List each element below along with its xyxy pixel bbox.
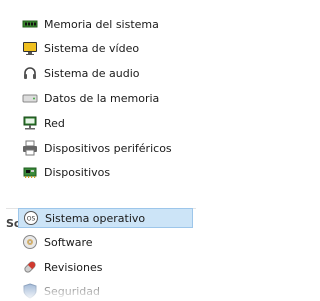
memory-module-icon — [22, 16, 38, 32]
pill-icon — [22, 259, 38, 275]
nav-item-software[interactable]: Software — [18, 232, 193, 252]
device-board-icon — [22, 164, 38, 180]
security-icon — [22, 283, 38, 299]
nav-item-label: Sistema de vídeo — [44, 41, 140, 55]
nav-item-revisiones[interactable]: Revisiones — [18, 257, 193, 277]
printer-icon — [22, 140, 38, 156]
nav-item-label: Dispositivos periféricos — [44, 141, 172, 155]
os-icon: OS — [23, 210, 39, 226]
svg-text:OS: OS — [27, 216, 36, 223]
nav-item-sistema-operativo[interactable]: OS Sistema operativo — [18, 208, 193, 228]
navigation-panel: Memoria del sistema Sistema de vídeo Sis… — [0, 0, 204, 301]
nav-item-label: Revisiones — [44, 260, 103, 274]
nav-item-dispositivos[interactable]: Dispositivos — [18, 162, 193, 182]
headphones-icon — [22, 65, 38, 81]
nav-item-label: Memoria del sistema — [44, 17, 159, 31]
nav-item-label: Red — [44, 116, 65, 130]
nav-item-sistema-de-audio[interactable]: Sistema de audio — [18, 63, 193, 83]
network-icon — [22, 115, 38, 131]
nav-item-red[interactable]: Red — [18, 113, 193, 133]
monitor-icon — [22, 40, 38, 56]
nav-item-label: Dispositivos — [44, 165, 111, 179]
nav-item-memoria-del-sistema[interactable]: Memoria del sistema — [18, 14, 193, 34]
nav-item-seguridad[interactable]: Seguridad — [18, 281, 193, 301]
nav-item-label: Seguridad — [44, 284, 100, 298]
nav-item-dispositivos-perifericos[interactable]: Dispositivos periféricos — [18, 138, 193, 158]
nav-item-sistema-de-video[interactable]: Sistema de vídeo — [18, 38, 193, 58]
disc-icon — [22, 234, 38, 250]
nav-item-label: Software — [44, 235, 93, 249]
nav-item-datos-de-la-memoria[interactable]: Datos de la memoria — [18, 88, 193, 108]
storage-drive-icon — [22, 90, 38, 106]
nav-item-label: Datos de la memoria — [44, 91, 160, 105]
nav-item-label: Sistema operativo — [45, 211, 146, 225]
nav-item-label: Sistema de audio — [44, 66, 140, 80]
